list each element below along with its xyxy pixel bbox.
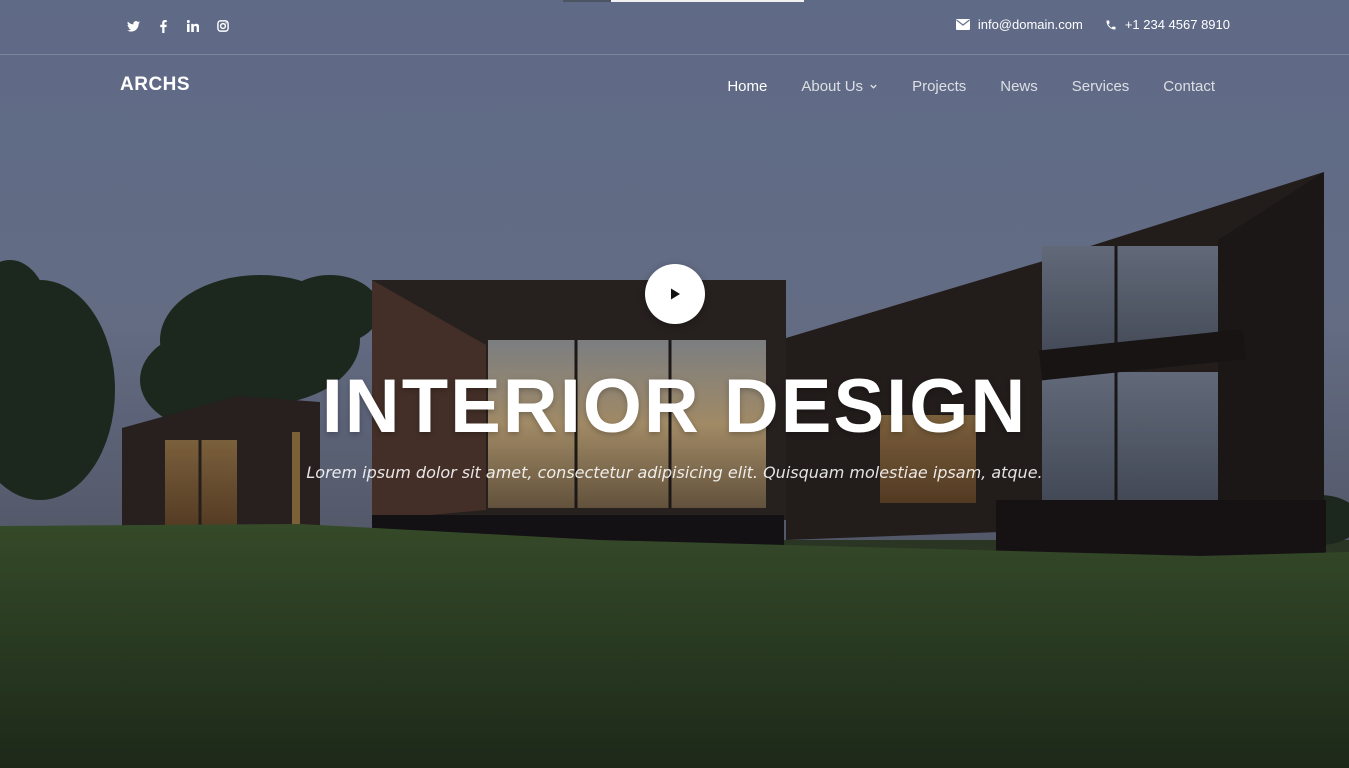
linkedin-icon[interactable] <box>186 18 200 34</box>
nav-item-label: Services <box>1071 78 1130 95</box>
envelope-icon <box>955 19 970 30</box>
twitter-icon[interactable] <box>126 18 140 34</box>
slider-indicator-inactive[interactable] <box>563 0 611 2</box>
top-bar: info@domain.com +1 234 4567 8910 <box>0 0 1349 55</box>
phone-icon <box>1106 20 1116 29</box>
email-text: info@domain.com <box>977 17 1083 32</box>
nav-item-contact[interactable]: Contact <box>1163 78 1215 95</box>
site-logo[interactable]: ARCHS <box>120 74 190 96</box>
hero-title: INTERIOR DESIGN <box>321 364 1028 449</box>
phone-text: +1 234 4567 8910 <box>1124 17 1230 32</box>
nav-item-label: News <box>1000 78 1038 95</box>
nav-item-label: Projects <box>912 78 967 95</box>
slider-indicator-active[interactable] <box>611 0 804 2</box>
facebook-icon[interactable] <box>156 18 170 34</box>
play-icon <box>671 288 680 300</box>
nav-item-news[interactable]: News <box>1000 78 1038 95</box>
nav-item-label: Home <box>727 78 768 95</box>
hero-subtitle: Lorem ipsum dolor sit amet, consectetur … <box>306 463 1043 482</box>
play-video-button[interactable] <box>645 264 705 324</box>
instagram-icon[interactable] <box>216 18 230 34</box>
nav-item-about-us[interactable]: About Us <box>801 78 878 95</box>
phone-contact[interactable]: +1 234 4567 8910 <box>1105 17 1230 32</box>
nav-item-home[interactable]: Home <box>727 78 767 95</box>
nav-item-projects[interactable]: Projects <box>912 78 966 95</box>
chevron-down-icon <box>870 84 877 89</box>
social-links <box>126 18 230 34</box>
main-nav: Home About Us Projects News Services Con… <box>727 78 1215 95</box>
email-contact[interactable]: info@domain.com <box>955 17 1083 32</box>
nav-item-label: Contact <box>1163 78 1215 95</box>
nav-item-services[interactable]: Services <box>1072 78 1130 95</box>
nav-item-label: About Us <box>801 78 864 95</box>
contact-info: info@domain.com +1 234 4567 8910 <box>955 17 1230 32</box>
hero-section: info@domain.com +1 234 4567 8910 ARCHS H… <box>0 0 1349 768</box>
